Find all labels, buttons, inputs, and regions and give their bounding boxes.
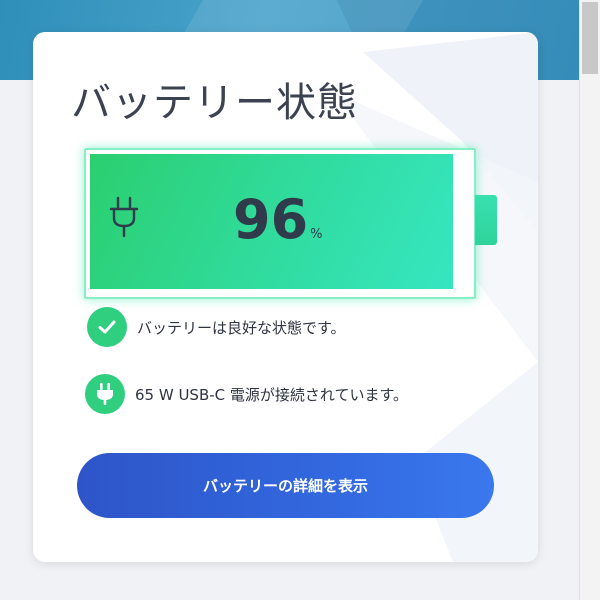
battery-status-card: バッテリー状態 96 % バッテリーは良好な状態です。 65 W USB-C 電… [33, 32, 538, 562]
power-source-text: 65 W USB-C 電源が接続されています。 [135, 385, 408, 404]
page-title: バッテリー状態 [71, 80, 358, 126]
battery-percentage-unit: % [310, 227, 323, 242]
battery-percentage: 96 % [233, 180, 323, 260]
plug-icon [109, 196, 139, 238]
view-battery-details-button[interactable]: バッテリーの詳細を表示 [77, 453, 494, 518]
battery-health-status: バッテリーは良好な状態です。 [87, 307, 346, 347]
scrollbar[interactable] [579, 0, 600, 600]
battery-percentage-value: 96 [233, 188, 309, 251]
battery-health-text: バッテリーは良好な状態です。 [137, 318, 346, 337]
check-icon [87, 307, 127, 347]
scrollbar-thumb[interactable] [582, 2, 598, 74]
battery-terminal [475, 195, 497, 245]
power-source-status: 65 W USB-C 電源が接続されています。 [85, 374, 408, 414]
power-plug-icon [85, 374, 125, 414]
